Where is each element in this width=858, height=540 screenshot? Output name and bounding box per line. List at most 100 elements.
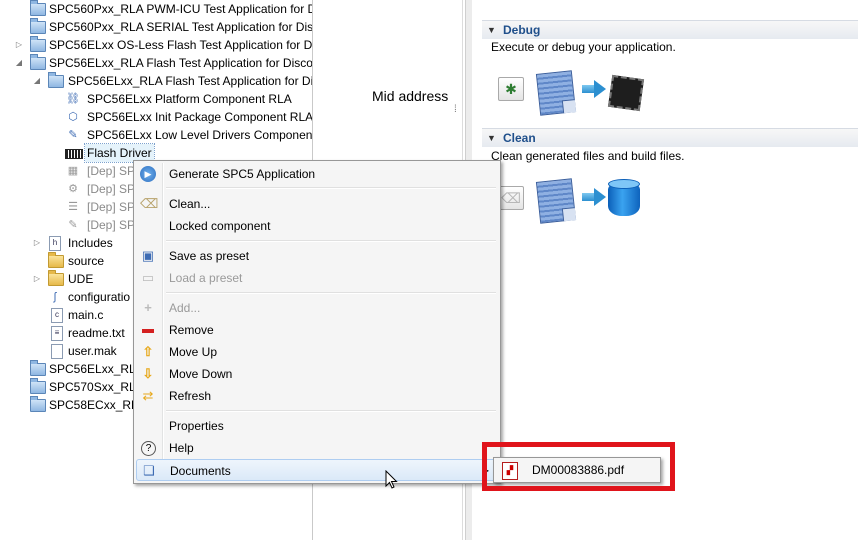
component-icon: ▦ xyxy=(67,165,79,177)
menu-item-label: Generate SPC5 Application xyxy=(169,167,316,181)
debug-section-title: Debug xyxy=(503,23,541,37)
tree-item-label: user.mak xyxy=(68,344,117,358)
menu-item-add[interactable]: + Add... xyxy=(136,297,498,319)
tree-item-label: SPC56ELxx_RLA Flash Test Application for… xyxy=(68,74,312,88)
arrow-down-icon: ⇩ xyxy=(142,366,154,381)
menu-item-label: Properties xyxy=(169,419,224,433)
menu-item-help[interactable]: ? Help xyxy=(136,437,498,459)
menu-item-label: Locked component xyxy=(169,219,271,233)
eraser-icon: ⌫ xyxy=(501,190,521,206)
menu-separator xyxy=(166,240,496,242)
menu-item-label: Save as preset xyxy=(169,249,250,263)
menu-item-clean[interactable]: ⌫ Clean... xyxy=(136,193,498,215)
minus-icon xyxy=(140,322,156,338)
mid-address-label: Mid address xyxy=(372,88,449,104)
c-file-icon: c xyxy=(51,308,63,323)
tree-item-label: SPC56ELxx Init Package Component RLA xyxy=(87,110,312,124)
menu-item-properties[interactable]: Properties xyxy=(136,415,498,437)
collapse-toggle-icon[interactable]: ◢ xyxy=(32,72,42,90)
menu-item-move-up[interactable]: ⇧ Move Up xyxy=(136,341,498,363)
clean-section-title: Clean xyxy=(503,131,536,145)
project-folder-icon xyxy=(30,378,46,394)
tree-item-label: SPC570Sxx_RLA xyxy=(49,380,144,394)
component-icon: ⛓ xyxy=(66,93,80,105)
project-folder-icon xyxy=(30,396,46,412)
tree-item-label: SPC560Pxx_RLA PWM-ICU Test Application f… xyxy=(49,2,312,16)
menu-item-label: Load a preset xyxy=(169,271,243,285)
debug-section-header[interactable]: ▼ Debug xyxy=(482,20,858,39)
chip-icon xyxy=(65,149,83,159)
folder-icon xyxy=(48,270,64,286)
component-icon: ☰ xyxy=(68,201,78,213)
project-folder-icon xyxy=(30,360,46,376)
sash-grip-icon[interactable]: ⁞ xyxy=(454,104,457,115)
tree-item-label: SPC56ELxx_RLA Flash Test Application for… xyxy=(49,56,312,70)
debug-button[interactable]: ✱ xyxy=(498,77,524,101)
menu-item-label: Move Up xyxy=(169,345,218,359)
tree-item-label: [Dep] SP xyxy=(87,200,136,214)
drivers-icon: ✎ xyxy=(68,129,78,141)
tree-item-label: SPC56ELxx Platform Component RLA xyxy=(87,92,292,106)
menu-item-save-preset[interactable]: ▣ Save as preset xyxy=(136,245,498,267)
clean-section-header[interactable]: ▼ Clean xyxy=(482,128,858,147)
eraser-icon: ⌫ xyxy=(140,196,159,211)
expand-toggle-icon[interactable]: ▷ xyxy=(14,36,24,54)
menu-item-label: Documents xyxy=(170,464,231,478)
microcontroller-icon xyxy=(607,74,645,112)
component-icon: ✎ xyxy=(68,219,78,231)
tree-item-label: SPC56ELxx OS-Less Flash Test Application… xyxy=(49,38,312,52)
menu-item-label: Move Down xyxy=(169,367,233,381)
menu-item-refresh[interactable]: ⇄ Refresh xyxy=(136,385,498,407)
project-folder-icon xyxy=(30,18,46,34)
project-folder-icon xyxy=(30,54,46,70)
config-icon: ʃ xyxy=(53,291,57,303)
tree-item-label: UDE xyxy=(68,272,94,286)
text-file-icon: ≡ xyxy=(51,326,63,341)
includes-icon: h xyxy=(49,236,61,251)
tree-item-label: SPC560Pxx_RLA SERIAL Test Application fo… xyxy=(49,20,312,34)
tree-item-label: [Dep] SP xyxy=(87,182,136,196)
clean-section-description: Clean generated files and build files. xyxy=(491,149,685,163)
menu-separator xyxy=(166,410,496,412)
tree-item-label: source xyxy=(68,254,105,268)
menu-item-label: Help xyxy=(169,441,194,455)
expand-toggle-icon[interactable]: ▷ xyxy=(32,270,42,288)
component-icon: ⚙ xyxy=(68,183,78,195)
menu-item-label: Refresh xyxy=(169,389,212,403)
tree-item-label: configuratio xyxy=(68,290,131,304)
folder-icon xyxy=(48,252,64,268)
tree-item-label: main.c xyxy=(68,308,104,322)
save-icon: ▣ xyxy=(141,248,155,263)
menu-item-documents[interactable]: ❑ Documents ▶ xyxy=(136,459,498,481)
clean-button[interactable]: ⌫ xyxy=(498,186,524,210)
source-document-icon xyxy=(535,70,577,116)
menu-item-load-preset[interactable]: ▭ Load a preset xyxy=(136,267,498,289)
tree-item-label: [Dep] SP xyxy=(87,218,136,232)
application-folder-icon xyxy=(48,72,64,88)
collapse-triangle-icon[interactable]: ▼ xyxy=(487,129,496,147)
menu-separator xyxy=(166,187,496,189)
generate-icon: ▶ xyxy=(140,166,156,182)
recycle-bin-icon xyxy=(608,179,640,216)
menu-item-generate[interactable]: ▶ Generate SPC5 Application xyxy=(136,163,498,185)
tree-item-label: SPC56ELxx Low Level Drivers Component xyxy=(87,128,312,142)
tree-item-label: [Dep] SP xyxy=(87,164,136,178)
source-document-icon xyxy=(535,178,577,224)
expand-toggle-icon[interactable]: ▷ xyxy=(32,234,42,252)
tree-item-label: readme.txt xyxy=(68,326,125,340)
menu-item-label: Clean... xyxy=(169,197,211,211)
menu-item-locked-component[interactable]: Locked component xyxy=(136,215,498,237)
package-icon: ⬡ xyxy=(68,111,78,123)
tree-item-label: Includes xyxy=(68,236,113,250)
help-icon: ? xyxy=(141,441,156,456)
menu-item-move-down[interactable]: ⇩ Move Down xyxy=(136,363,498,385)
collapse-triangle-icon[interactable]: ▼ xyxy=(487,21,496,39)
debug-section-description: Execute or debug your application. xyxy=(491,40,676,54)
load-folder-icon: ▭ xyxy=(141,270,155,285)
menu-separator xyxy=(166,292,496,294)
menu-item-remove[interactable]: Remove xyxy=(136,319,498,341)
menu-item-label: Add... xyxy=(169,301,201,315)
context-menu: ▶ Generate SPC5 Application ⌫ Clean... L… xyxy=(133,160,501,484)
book-icon: ❑ xyxy=(143,463,155,478)
collapse-toggle-icon[interactable]: ◢ xyxy=(14,54,24,72)
